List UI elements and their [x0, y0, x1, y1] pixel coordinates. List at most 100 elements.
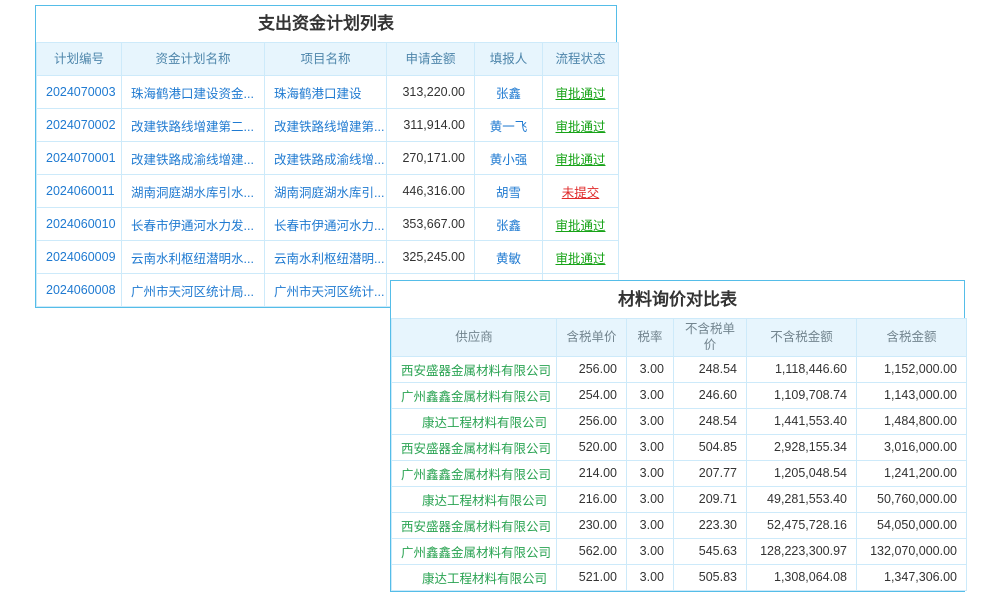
material-quote-table-body: 西安盛器金属材料有限公司256.003.00248.541,118,446.60…: [392, 356, 967, 590]
cell-fund-plan-name[interactable]: 珠海鹤港口建设资金...: [122, 76, 265, 109]
column-header: 供应商: [392, 319, 557, 357]
expense-plan-table-body: 2024070003珠海鹤港口建设资金...珠海鹤港口建设313,220.00张…: [37, 76, 619, 307]
material-quote-table: 供应商含税单价税率不含税单价不含税金额含税金额 西安盛器金属材料有限公司256.…: [391, 318, 967, 591]
cell-plan-id[interactable]: 2024060009: [37, 241, 122, 274]
expense-plan-table: 计划编号资金计划名称项目名称申请金额填报人流程状态 2024070003珠海鹤港…: [36, 42, 619, 307]
cell-tax-amount: 3,016,000.00: [857, 434, 967, 460]
expense-plan-panel: 支出资金计划列表 计划编号资金计划名称项目名称申请金额填报人流程状态 20240…: [35, 5, 617, 308]
cell-tax-unit-price: 256.00: [557, 356, 627, 382]
cell-project-name[interactable]: 改建铁路线增建第...: [265, 109, 387, 142]
cell-status-link[interactable]: 未提交: [543, 175, 619, 208]
table-row: 2024070002改建铁路线增建第二...改建铁路线增建第...311,914…: [37, 109, 619, 142]
cell-supplier-link[interactable]: 广州鑫鑫金属材料有限公司: [392, 382, 557, 408]
cell-project-name[interactable]: 云南水利枢纽潜明...: [265, 241, 387, 274]
table-row: 广州鑫鑫金属材料有限公司214.003.00207.771,205,048.54…: [392, 460, 967, 486]
cell-tax-amount: 1,241,200.00: [857, 460, 967, 486]
cell-plan-id[interactable]: 2024060008: [37, 274, 122, 307]
column-header: 项目名称: [265, 43, 387, 76]
table-row: 2024060009云南水利枢纽潜明水...云南水利枢纽潜明...325,245…: [37, 241, 619, 274]
cell-net-unit-price: 504.85: [674, 434, 747, 460]
cell-net-unit-price: 545.63: [674, 538, 747, 564]
cell-plan-id[interactable]: 2024070003: [37, 76, 122, 109]
material-quote-table-head: 供应商含税单价税率不含税单价不含税金额含税金额: [392, 319, 967, 357]
cell-request-amount: 353,667.00: [387, 208, 475, 241]
cell-tax-rate: 3.00: [627, 538, 674, 564]
cell-fund-plan-name[interactable]: 云南水利枢纽潜明水...: [122, 241, 265, 274]
cell-project-name[interactable]: 广州市天河区统计...: [265, 274, 387, 307]
cell-fund-plan-name[interactable]: 改建铁路线增建第二...: [122, 109, 265, 142]
table-header-row: 供应商含税单价税率不含税单价不含税金额含税金额: [392, 319, 967, 357]
table-row: 2024060010长春市伊通河水力发...长春市伊通河水力...353,667…: [37, 208, 619, 241]
cell-plan-id[interactable]: 2024060011: [37, 175, 122, 208]
cell-tax-amount: 1,143,000.00: [857, 382, 967, 408]
cell-project-name[interactable]: 改建铁路成渝线增...: [265, 142, 387, 175]
cell-supplier-link[interactable]: 广州鑫鑫金属材料有限公司: [392, 460, 557, 486]
cell-filler-name[interactable]: 黄小强: [475, 142, 543, 175]
cell-supplier-link[interactable]: 康达工程材料有限公司: [392, 486, 557, 512]
column-header: 含税金额: [857, 319, 967, 357]
table-row: 广州鑫鑫金属材料有限公司254.003.00246.601,109,708.74…: [392, 382, 967, 408]
cell-plan-id[interactable]: 2024070002: [37, 109, 122, 142]
cell-fund-plan-name[interactable]: 长春市伊通河水力发...: [122, 208, 265, 241]
cell-net-amount: 52,475,728.16: [747, 512, 857, 538]
cell-net-unit-price: 207.77: [674, 460, 747, 486]
cell-project-name[interactable]: 湖南洞庭湖水库引...: [265, 175, 387, 208]
table-row: 2024070003珠海鹤港口建设资金...珠海鹤港口建设313,220.00张…: [37, 76, 619, 109]
cell-net-amount: 1,441,553.40: [747, 408, 857, 434]
cell-status-link[interactable]: 审批通过: [543, 208, 619, 241]
cell-tax-rate: 3.00: [627, 460, 674, 486]
table-row: 康达工程材料有限公司521.003.00505.831,308,064.081,…: [392, 564, 967, 590]
cell-project-name[interactable]: 长春市伊通河水力...: [265, 208, 387, 241]
column-header: 资金计划名称: [122, 43, 265, 76]
cell-tax-rate: 3.00: [627, 486, 674, 512]
cell-request-amount: 313,220.00: [387, 76, 475, 109]
cell-plan-id[interactable]: 2024060010: [37, 208, 122, 241]
column-header: 填报人: [475, 43, 543, 76]
cell-status-link[interactable]: 审批通过: [543, 109, 619, 142]
cell-tax-rate: 3.00: [627, 382, 674, 408]
cell-net-amount: 49,281,553.40: [747, 486, 857, 512]
cell-tax-unit-price: 562.00: [557, 538, 627, 564]
cell-net-unit-price: 505.83: [674, 564, 747, 590]
cell-net-amount: 1,109,708.74: [747, 382, 857, 408]
column-header: 计划编号: [37, 43, 122, 76]
table-row: 2024070001改建铁路成渝线增建...改建铁路成渝线增...270,171…: [37, 142, 619, 175]
cell-net-amount: 1,308,064.08: [747, 564, 857, 590]
cell-filler-name[interactable]: 黄敏: [475, 241, 543, 274]
cell-project-name[interactable]: 珠海鹤港口建设: [265, 76, 387, 109]
cell-filler-name[interactable]: 黄一飞: [475, 109, 543, 142]
cell-net-amount: 1,205,048.54: [747, 460, 857, 486]
material-quote-panel: 材料询价对比表 供应商含税单价税率不含税单价不含税金额含税金额 西安盛器金属材料…: [390, 280, 965, 592]
cell-status-link[interactable]: 审批通过: [543, 142, 619, 175]
cell-tax-unit-price: 216.00: [557, 486, 627, 512]
table-row: 西安盛器金属材料有限公司230.003.00223.3052,475,728.1…: [392, 512, 967, 538]
cell-supplier-link[interactable]: 西安盛器金属材料有限公司: [392, 512, 557, 538]
cell-supplier-link[interactable]: 西安盛器金属材料有限公司: [392, 356, 557, 382]
cell-net-unit-price: 223.30: [674, 512, 747, 538]
cell-fund-plan-name[interactable]: 湖南洞庭湖水库引水...: [122, 175, 265, 208]
cell-fund-plan-name[interactable]: 改建铁路成渝线增建...: [122, 142, 265, 175]
cell-tax-unit-price: 254.00: [557, 382, 627, 408]
cell-tax-rate: 3.00: [627, 356, 674, 382]
cell-request-amount: 311,914.00: [387, 109, 475, 142]
cell-status-link[interactable]: 审批通过: [543, 241, 619, 274]
cell-plan-id[interactable]: 2024070001: [37, 142, 122, 175]
cell-net-unit-price: 248.54: [674, 408, 747, 434]
cell-filler-name[interactable]: 张鑫: [475, 208, 543, 241]
cell-supplier-link[interactable]: 西安盛器金属材料有限公司: [392, 434, 557, 460]
cell-net-amount: 1,118,446.60: [747, 356, 857, 382]
table-row: 2024060011湖南洞庭湖水库引水...湖南洞庭湖水库引...446,316…: [37, 175, 619, 208]
cell-filler-name[interactable]: 张鑫: [475, 76, 543, 109]
cell-status-link[interactable]: 审批通过: [543, 76, 619, 109]
cell-supplier-link[interactable]: 康达工程材料有限公司: [392, 564, 557, 590]
column-header: 不含税金额: [747, 319, 857, 357]
cell-tax-amount: 54,050,000.00: [857, 512, 967, 538]
column-header: 不含税单价: [674, 319, 747, 357]
cell-supplier-link[interactable]: 康达工程材料有限公司: [392, 408, 557, 434]
column-header: 税率: [627, 319, 674, 357]
cell-request-amount: 446,316.00: [387, 175, 475, 208]
cell-fund-plan-name[interactable]: 广州市天河区统计局...: [122, 274, 265, 307]
cell-supplier-link[interactable]: 广州鑫鑫金属材料有限公司: [392, 538, 557, 564]
cell-net-unit-price: 248.54: [674, 356, 747, 382]
cell-filler-name[interactable]: 胡雪: [475, 175, 543, 208]
